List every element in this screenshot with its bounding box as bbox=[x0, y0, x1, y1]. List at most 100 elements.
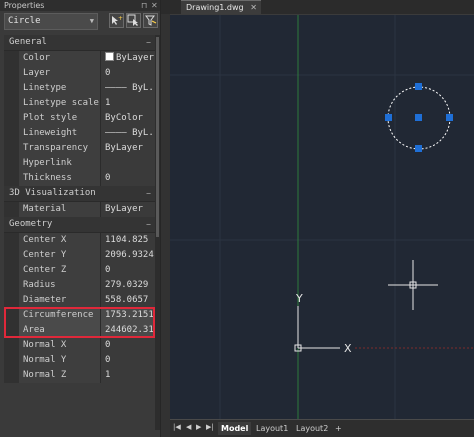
category-general[interactable]: General − bbox=[4, 35, 155, 51]
close-palette-icon[interactable]: ✕ bbox=[151, 0, 158, 11]
property-row-linetype-scale[interactable]: Linetype scale 1 bbox=[4, 96, 155, 111]
property-value: ———— ByL... bbox=[101, 126, 155, 141]
tab-model[interactable]: Model bbox=[218, 422, 252, 435]
property-row-color[interactable]: Color ByLayer bbox=[4, 51, 155, 66]
property-name: Radius bbox=[19, 278, 101, 293]
grip-right bbox=[446, 114, 453, 121]
next-layout-icon[interactable]: ▶ bbox=[196, 423, 201, 431]
property-row-area[interactable]: Area244602.3121 bbox=[4, 323, 155, 338]
category-3d-visualization[interactable]: 3D Visualization − bbox=[4, 186, 155, 202]
collapse-icon[interactable]: − bbox=[146, 186, 151, 201]
property-name: Normal X bbox=[19, 338, 101, 353]
property-row-diameter[interactable]: Diameter 558.0657 bbox=[4, 293, 155, 308]
property-name: Linetype scale bbox=[19, 96, 101, 111]
property-value bbox=[101, 156, 155, 171]
property-name: Linetype bbox=[19, 81, 101, 96]
grip-center bbox=[415, 114, 422, 121]
collapse-icon[interactable]: − bbox=[146, 35, 151, 50]
selection-row: Circle ▼ + bbox=[4, 13, 158, 32]
property-value: ———— ByL... bbox=[101, 81, 155, 96]
property-row-center-x[interactable]: Center X 1104.825 bbox=[4, 233, 155, 248]
property-row-radius[interactable]: Radius 279.0329 bbox=[4, 278, 155, 293]
property-value: ByLayer bbox=[101, 141, 155, 156]
category-label: 3D Visualization bbox=[9, 188, 96, 198]
property-name: Center X bbox=[19, 233, 101, 248]
document-tab[interactable]: Drawing1.dwg ✕ bbox=[181, 0, 261, 14]
property-value: 0 bbox=[101, 66, 155, 81]
property-row-hyperlink[interactable]: Hyperlink bbox=[4, 156, 155, 171]
property-grid: General − Color ByLayer Layer 0 Linetype ——… bbox=[4, 35, 155, 383]
pin-icon[interactable]: ⊓ bbox=[141, 0, 147, 11]
scrollbar-thumb[interactable] bbox=[156, 37, 159, 237]
property-name: Hyperlink bbox=[19, 156, 101, 171]
chevron-down-icon: ▼ bbox=[89, 17, 94, 25]
grip-bottom bbox=[415, 145, 422, 152]
property-row-lineweight[interactable]: Lineweight———— ByL... bbox=[4, 126, 155, 141]
prev-layout-icon[interactable]: ◀ bbox=[186, 423, 191, 431]
drawing-canvas[interactable]: Y X bbox=[170, 15, 474, 419]
layout-tab-bar: |◀ ◀ ▶ ▶| Model Layout1 Layout2 + bbox=[170, 419, 474, 437]
category-label: General bbox=[9, 37, 47, 47]
property-name: Color bbox=[19, 51, 101, 66]
palette-scrollbar[interactable] bbox=[155, 35, 160, 430]
property-name: Transparency bbox=[19, 141, 101, 156]
property-row-linetype[interactable]: Linetype———— ByL... bbox=[4, 81, 155, 96]
property-value: 1 bbox=[101, 368, 155, 383]
property-row-transparency[interactable]: Transparency ByLayer bbox=[4, 141, 155, 156]
grid-lines bbox=[170, 15, 474, 419]
last-layout-icon[interactable]: ▶| bbox=[206, 423, 214, 431]
property-row-circumference[interactable]: Circumference 1753.2151 bbox=[4, 308, 155, 323]
category-geometry[interactable]: Geometry − bbox=[4, 217, 155, 233]
property-row-center-z[interactable]: Center Z0 bbox=[4, 263, 155, 278]
grip-top bbox=[415, 83, 422, 90]
toggle-pickadd-icon[interactable]: + bbox=[109, 13, 124, 28]
property-row-material[interactable]: Material ByLayer bbox=[4, 202, 155, 217]
tab-layout2[interactable]: Layout2 bbox=[293, 422, 331, 435]
property-value: 0 bbox=[101, 263, 155, 278]
property-row-normal-y[interactable]: Normal Y0 bbox=[4, 353, 155, 368]
palette-title-bar[interactable]: Properties ⊓ ✕ bbox=[0, 0, 160, 11]
property-row-center-y[interactable]: Center Y 2096.9324 bbox=[4, 248, 155, 263]
properties-palette: Properties ⊓ ✕ Circle ▼ + General − Colo… bbox=[0, 0, 161, 437]
add-layout-button[interactable]: + bbox=[332, 422, 345, 435]
property-name: Center Z bbox=[19, 263, 101, 278]
property-row-normal-z[interactable]: Normal Z1 bbox=[4, 368, 155, 383]
property-value: 244602.3121 bbox=[101, 323, 155, 338]
property-value: 1104.825 bbox=[101, 233, 155, 248]
select-objects-icon[interactable] bbox=[126, 13, 141, 28]
ucs-x-label: X bbox=[344, 342, 352, 355]
property-value: 0 bbox=[101, 353, 155, 368]
property-name: Thickness bbox=[19, 171, 101, 186]
property-name: Circumference bbox=[19, 308, 101, 323]
property-value: 279.0329 bbox=[101, 278, 155, 293]
property-name: Normal Y bbox=[19, 353, 101, 368]
property-value: ByLayer bbox=[101, 51, 155, 66]
property-row-normal-x[interactable]: Normal X0 bbox=[4, 338, 155, 353]
property-name: Normal Z bbox=[19, 368, 101, 383]
first-layout-icon[interactable]: |◀ bbox=[173, 423, 181, 431]
property-value: 1 bbox=[101, 96, 155, 111]
property-name: Area bbox=[19, 323, 101, 338]
property-name: Diameter bbox=[19, 293, 101, 308]
quick-select-icon[interactable] bbox=[143, 13, 158, 28]
property-name: Layer bbox=[19, 66, 101, 81]
ucs-icon bbox=[294, 306, 340, 352]
object-type-dropdown[interactable]: Circle ▼ bbox=[4, 13, 98, 30]
property-value: 0 bbox=[101, 338, 155, 353]
tab-layout1[interactable]: Layout1 bbox=[253, 422, 291, 435]
document-tab-bar: Drawing1.dwg ✕ bbox=[161, 0, 474, 14]
svg-text:+: + bbox=[118, 15, 123, 22]
property-row-plot-style[interactable]: Plot style ByColor bbox=[4, 111, 155, 126]
collapse-icon[interactable]: − bbox=[146, 217, 151, 232]
property-row-thickness[interactable]: Thickness 0 bbox=[4, 171, 155, 186]
property-name: Center Y bbox=[19, 248, 101, 263]
category-label: Geometry bbox=[9, 219, 53, 229]
property-value: ByLayer bbox=[101, 202, 155, 217]
property-name: Lineweight bbox=[19, 126, 101, 141]
close-tab-icon[interactable]: ✕ bbox=[250, 1, 257, 14]
property-row-layer[interactable]: Layer 0 bbox=[4, 66, 155, 81]
property-name: Material bbox=[19, 202, 101, 217]
property-value: 0 bbox=[101, 171, 155, 186]
property-value: 1753.2151 bbox=[101, 308, 155, 323]
property-name: Plot style bbox=[19, 111, 101, 126]
